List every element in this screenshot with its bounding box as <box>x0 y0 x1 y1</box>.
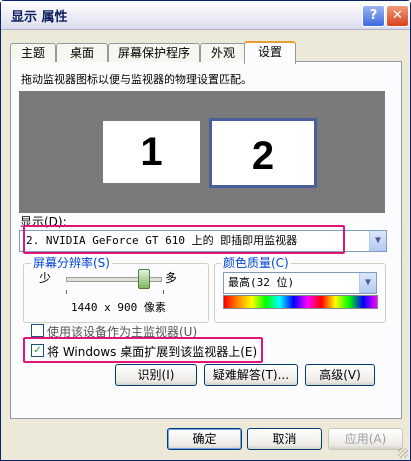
title-bar[interactable]: 显示 属性 ? ✕ <box>1 1 410 30</box>
color-quality-select[interactable]: 最高(32 位) ▼ <box>223 272 377 294</box>
resolution-more-label: 多 <box>165 271 178 285</box>
color-spectrum-bar <box>223 295 378 309</box>
monitor-1-icon[interactable]: 1 <box>103 121 200 183</box>
help-button[interactable]: ? <box>362 5 385 27</box>
troubleshoot-button[interactable]: 疑难解答(T)... <box>204 364 298 386</box>
color-quality-value: 最高(32 位) <box>228 276 295 289</box>
advanced-button[interactable]: 高级(V) <box>305 364 375 386</box>
primary-monitor-checkbox[interactable] <box>31 324 44 337</box>
extend-highlight-box <box>23 337 263 363</box>
monitor-arrangement-area: 1 2 <box>19 91 385 213</box>
resolution-slider-ticks <box>66 290 164 294</box>
tab-desktop[interactable]: 桌面 <box>56 43 108 62</box>
cancel-button[interactable]: 取消 <box>247 428 322 450</box>
display-highlight-box <box>23 225 345 254</box>
resolution-less-label: 少 <box>39 271 52 285</box>
tab-screensaver[interactable]: 屏幕保护程序 <box>108 43 200 62</box>
identify-button[interactable]: 识别(I) <box>115 364 197 386</box>
ok-button[interactable]: 确定 <box>167 428 242 450</box>
apply-button[interactable]: 应用(A) <box>328 428 403 450</box>
display-properties-window: 显示 属性 ? ✕ 主题 桌面 屏幕保护程序 外观 设置 拖动监视器图标以便与监… <box>0 0 411 461</box>
tab-settings[interactable]: 设置 <box>244 41 296 64</box>
monitor-2-icon[interactable]: 2 <box>209 118 317 188</box>
tab-appearance[interactable]: 外观 <box>200 43 246 62</box>
chevron-down-icon[interactable]: ▼ <box>359 273 376 293</box>
color-quality-title: 颜色质量(C) <box>221 254 291 271</box>
resolution-value: 1440 x 900 像素 <box>71 301 166 314</box>
monitor-arrangement-description: 拖动监视器图标以便与监视器的物理设置匹配。 <box>21 73 252 86</box>
tab-themes[interactable]: 主题 <box>10 43 56 62</box>
window-title: 显示 属性 <box>11 10 68 25</box>
close-button[interactable]: ✕ <box>386 5 409 27</box>
chevron-down-icon[interactable]: ▼ <box>369 231 386 251</box>
resolution-slider-thumb[interactable] <box>138 269 150 289</box>
resize-grip-icon[interactable] <box>398 448 408 458</box>
